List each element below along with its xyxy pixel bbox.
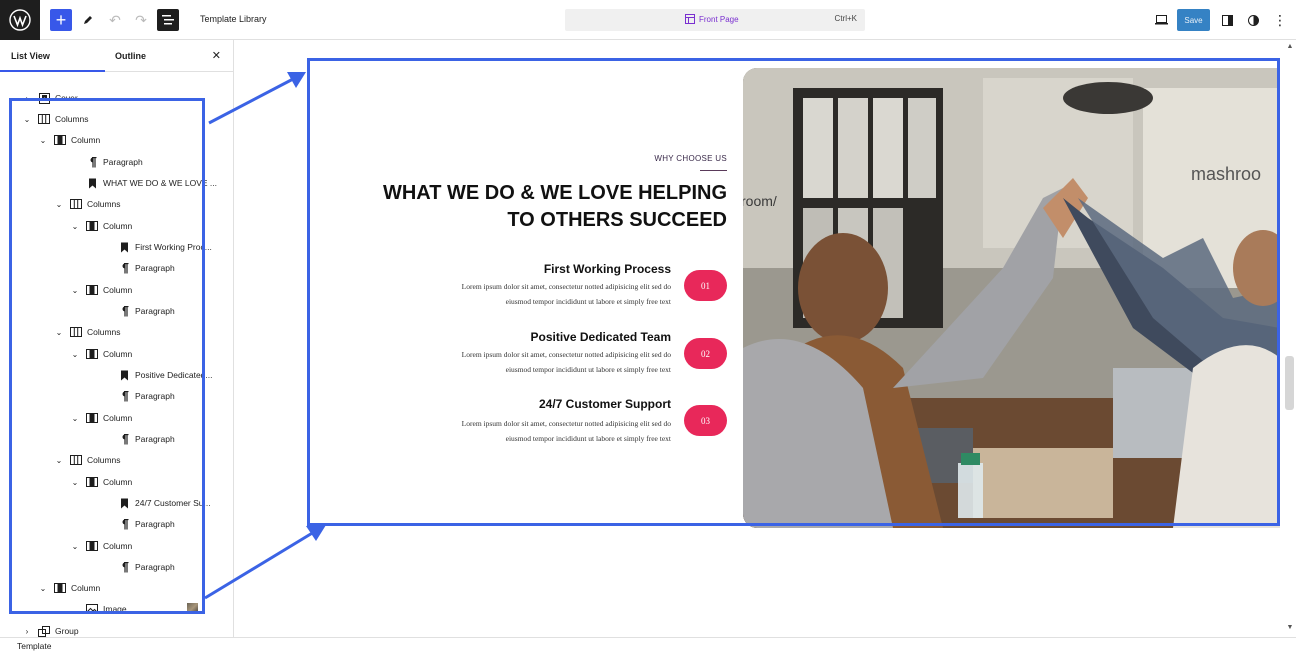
undo-button[interactable]: ↶ [104,9,126,31]
scroll-down-icon[interactable]: ▼ [1285,624,1295,631]
command-shortcut: Ctrl+K [834,14,857,23]
plus-icon: + [55,9,67,30]
page-layout-icon [685,14,695,24]
close-icon[interactable]: ✕ [212,49,221,62]
tab-outline[interactable]: Outline [115,51,146,61]
options-button[interactable]: ⋮ [1269,9,1291,31]
pencil-icon [84,16,92,24]
desktop-icon [1154,15,1168,25]
sidebar-icon [1221,14,1233,26]
tab-list-view[interactable]: List View [11,51,50,61]
group-icon [38,625,50,637]
styles-button[interactable] [1242,9,1264,31]
editor-top-bar: + ↶ ↷ Template Library Front Page Ctrl+K… [0,0,1296,40]
add-block-button[interactable]: + [50,9,72,31]
command-palette-bar[interactable]: Front Page Ctrl+K [565,9,865,31]
canvas-scrollbar[interactable] [1284,41,1296,637]
device-preview-button[interactable] [1150,9,1172,31]
current-page-name: Front Page [699,14,739,24]
chevron-right-icon[interactable]: › [22,627,32,636]
tools-button[interactable] [77,9,99,31]
wordpress-icon [9,9,31,31]
more-vertical-icon: ⋮ [1273,11,1287,28]
template-title: Template Library [200,14,267,24]
document-overview-button[interactable] [157,9,179,31]
breadcrumb-template[interactable]: Template [17,641,52,651]
contrast-icon [1247,14,1259,26]
editor-footer: Template [0,637,1296,654]
undo-icon: ↶ [109,11,121,28]
tree-item-group[interactable]: › Group [22,622,79,637]
active-tab-indicator [0,70,105,72]
scroll-up-icon[interactable]: ▲ [1285,43,1295,50]
redo-button[interactable]: ↷ [130,9,152,31]
annotation-target-box [307,58,1280,526]
annotation-highlight-box [9,98,205,614]
save-button[interactable]: Save [1177,9,1210,31]
redo-icon: ↷ [135,11,147,28]
list-view-icon [162,15,174,25]
scrollbar-thumb[interactable] [1285,356,1294,410]
sidebar-tabs: List View Outline ✕ [0,40,233,72]
settings-sidebar-toggle[interactable] [1216,9,1238,31]
tree-item-label: Group [55,626,79,636]
wordpress-logo-button[interactable] [0,0,40,40]
